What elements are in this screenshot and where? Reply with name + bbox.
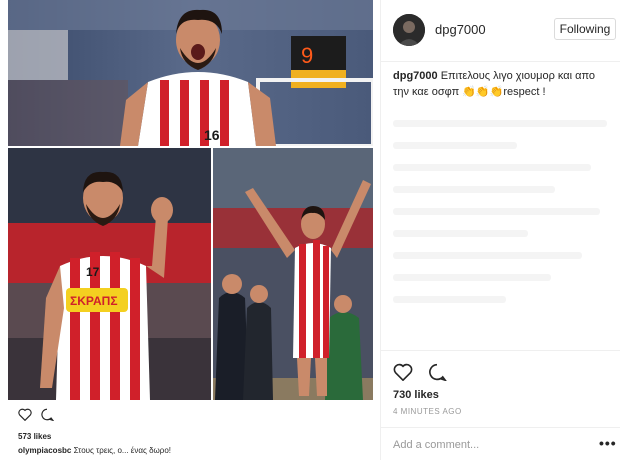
following-button[interactable]: Following: [554, 18, 616, 40]
heart-icon[interactable]: [393, 363, 413, 381]
collage-caption-bar: 573 likes olympiacosbc Στους τρεις, ο...…: [8, 400, 373, 460]
likes-count[interactable]: 730 likes: [393, 389, 439, 401]
post-panel: dpg7000 Following dpg7000 Επιτελους λιγο…: [380, 0, 620, 460]
avatar[interactable]: [393, 14, 425, 46]
comment-icon[interactable]: [427, 363, 447, 381]
add-comment-input[interactable]: [393, 436, 583, 454]
collage-caption-user: olympiacosbc: [18, 446, 72, 455]
collage-caption-body: Στους τρεις, ο... ένας δωρο!: [73, 446, 171, 455]
post-timestamp: 4 MINUTES AGO: [393, 407, 462, 416]
more-options-icon[interactable]: •••: [599, 436, 617, 450]
caption-comment: dpg7000 Επιτελους λιγο χιουμορ και απο τ…: [393, 68, 613, 100]
scoreboard-number: 9: [301, 43, 313, 68]
collage-likes-count: 573 likes: [18, 432, 52, 441]
avatar-image: [393, 14, 425, 46]
jersey-number-top: 16: [204, 127, 220, 143]
shouting-player-image: 9 16: [8, 0, 373, 146]
faded-comments-placeholder: [393, 120, 618, 318]
add-comment-bar: •••: [381, 427, 620, 460]
username[interactable]: dpg7000: [435, 22, 486, 37]
collage-photo-top: 9 16: [8, 0, 373, 146]
collage-photo-bottom-right: [213, 148, 373, 400]
collage-photo-bottom-left: ΣΚΡΑΠΣ 17: [8, 148, 211, 400]
fist-player-image: ΣΚΡΑΠΣ 17: [8, 148, 211, 400]
jersey-number-left: 17: [86, 265, 100, 279]
post-header: dpg7000 Following: [381, 0, 620, 62]
post-actions: 730 likes 4 MINUTES AGO •••: [381, 350, 620, 460]
heart-icon: [18, 408, 32, 421]
post-media[interactable]: 9 16 ΣΚΡΑΠΣ 17 573 likes olympiacosbc Στ…: [0, 0, 380, 460]
caption-username[interactable]: dpg7000: [393, 70, 438, 82]
comment-icon: [41, 408, 54, 421]
arms-raised-player-image: [213, 148, 373, 400]
collage-caption-text: olympiacosbc Στους τρεις, ο... ένας δωρο…: [18, 446, 171, 455]
sponsor-logo-text: ΣΚΡΑΠΣ: [70, 294, 118, 308]
